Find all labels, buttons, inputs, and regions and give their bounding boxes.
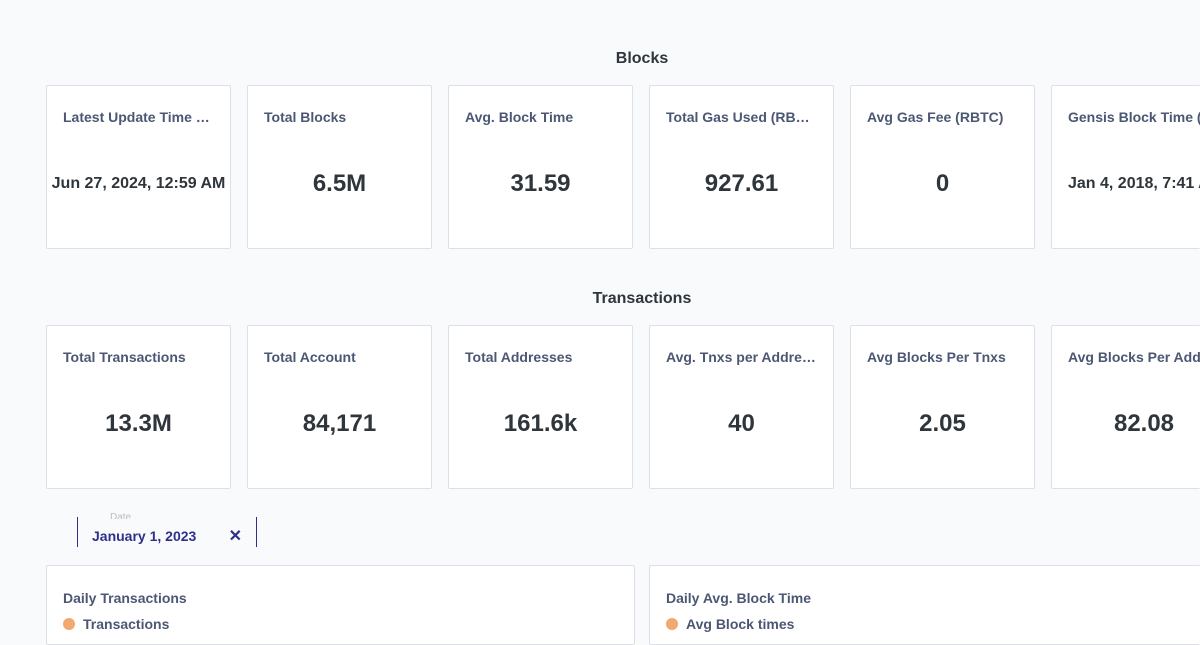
chart-card-daily-avg-block-time[interactable]: Daily Avg. Block Time Avg Block times — [649, 565, 1200, 645]
card-genesis-block-time[interactable]: Gensis Block Time ( Jan 4, 2018, 7:41 A — [1051, 85, 1200, 249]
card-value: 31.59 — [510, 170, 571, 197]
legend-dot-icon — [63, 618, 75, 630]
card-value: 927.61 — [704, 170, 779, 197]
card-avg-gas-fee[interactable]: Avg Gas Fee (RBTC) 0 — [850, 85, 1035, 249]
card-label: Total Addresses — [465, 349, 573, 365]
card-avg-block-time[interactable]: Avg. Block Time 31.59 — [448, 85, 633, 249]
card-label: Latest Update Time (… — [63, 109, 214, 125]
card-value: 6.5M — [312, 170, 367, 197]
chart-card-daily-transactions[interactable]: Daily Transactions Transactions — [46, 565, 635, 645]
card-avg-blocks-per-address[interactable]: Avg Blocks Per Add 82.08 — [1051, 325, 1200, 489]
card-label: Avg. Block Time — [465, 109, 574, 125]
close-icon[interactable]: ✕ — [229, 526, 242, 546]
card-label: Avg Blocks Per Tnxs — [867, 349, 1006, 365]
card-value: 82.08 — [1113, 410, 1175, 437]
chart-title: Daily Transactions — [63, 590, 187, 606]
card-value: 40 — [728, 410, 755, 437]
card-label: Total Gas Used (RBTC) — [666, 109, 817, 125]
section-title-transactions: Transactions — [592, 290, 692, 307]
card-value: 2.05 — [919, 410, 966, 437]
card-label: Avg Blocks Per Add — [1068, 349, 1200, 365]
card-avg-tnxs-per-address[interactable]: Avg. Tnxs per Address 40 — [649, 325, 834, 489]
legend-dot-icon — [666, 618, 678, 630]
card-label: Avg. Tnxs per Address — [666, 349, 817, 365]
card-total-gas-used[interactable]: Total Gas Used (RBTC) 927.61 — [649, 85, 834, 249]
card-latest-update-time[interactable]: Latest Update Time (… Jun 27, 2024, 12:5… — [46, 85, 231, 249]
card-value: 84,171 — [302, 410, 377, 437]
card-avg-blocks-per-tnxs[interactable]: Avg Blocks Per Tnxs 2.05 — [850, 325, 1035, 489]
card-value: 0 — [935, 170, 950, 197]
date-filter-caption: Date — [110, 513, 132, 519]
card-value: Jan 4, 2018, 7:41 A — [1068, 175, 1200, 192]
card-total-addresses[interactable]: Total Addresses 161.6k — [448, 325, 633, 489]
date-filter[interactable]: Date January 1, 2023 ✕ — [77, 513, 257, 547]
card-label: Total Account — [264, 349, 356, 365]
card-total-account[interactable]: Total Account 84,171 — [247, 325, 432, 489]
card-label: Avg Gas Fee (RBTC) — [867, 109, 1004, 125]
chart-title: Daily Avg. Block Time — [666, 590, 811, 606]
section-title-blocks: Blocks — [615, 50, 669, 67]
card-label: Total Transactions — [63, 349, 186, 365]
date-filter-value[interactable]: January 1, 2023 — [92, 528, 196, 544]
card-total-transactions[interactable]: Total Transactions 13.3M — [46, 325, 231, 489]
card-label: Gensis Block Time ( — [1068, 109, 1200, 125]
card-total-blocks[interactable]: Total Blocks 6.5M — [247, 85, 432, 249]
card-value: Jun 27, 2024, 12:59 AM — [51, 175, 226, 192]
card-value: 13.3M — [105, 410, 172, 437]
card-value: 161.6k — [503, 410, 578, 437]
card-label: Total Blocks — [264, 109, 347, 125]
